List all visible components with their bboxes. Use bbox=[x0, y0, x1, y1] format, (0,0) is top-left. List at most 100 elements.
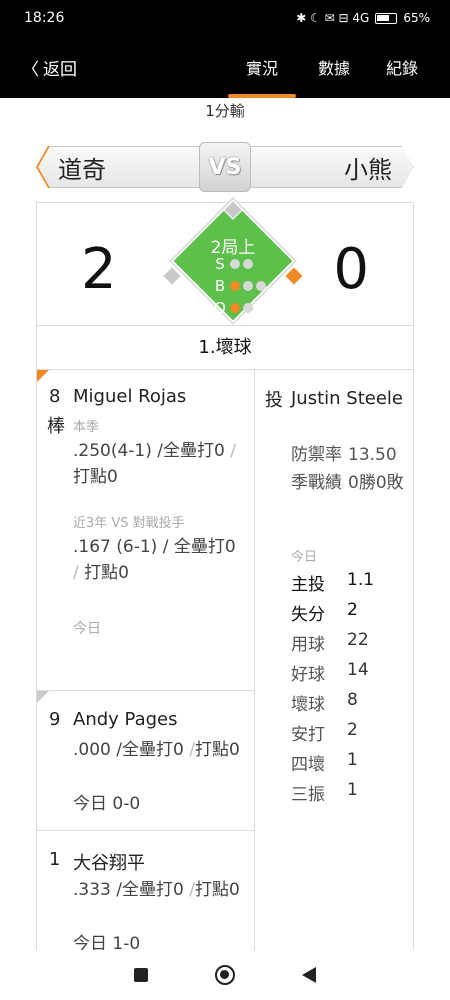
home-team-name: 小熊 bbox=[344, 156, 392, 184]
current-batter-marker bbox=[37, 370, 49, 382]
era-label: 防禦率 bbox=[291, 445, 342, 465]
pitcher-stat-row: 壞球 8 bbox=[291, 690, 358, 715]
pitcher-stat-value: 1 bbox=[347, 780, 358, 800]
season-hr: /全壘打0 bbox=[157, 441, 225, 461]
pitcher-era: 防禦率 13.50 bbox=[291, 440, 397, 465]
back-button[interactable]: 〈 返回 bbox=[22, 55, 77, 80]
batter-name: Miguel Rojas bbox=[73, 386, 187, 407]
pitcher-stat-value: 14 bbox=[347, 660, 369, 680]
batter-stats: .000 /全壘打0 /打點0 bbox=[73, 740, 240, 760]
batting-order: 9 bbox=[49, 709, 61, 730]
batter-hr: /全壘打0 bbox=[116, 880, 184, 900]
batter-rbi: 打點0 bbox=[194, 740, 240, 760]
recent-apps-icon[interactable] bbox=[133, 968, 148, 982]
pitcher-stat-row: 用球 22 bbox=[291, 630, 369, 655]
back-triangle-icon[interactable] bbox=[302, 967, 317, 983]
vs-pitcher-label: 近3年 VS 對戰投手 bbox=[73, 516, 185, 531]
ball-label: B bbox=[214, 277, 226, 295]
pitcher-stat-row: 好球 14 bbox=[291, 660, 369, 685]
pitcher-record: 季戰績 0勝0敗 bbox=[291, 470, 413, 496]
battery-icon bbox=[375, 12, 398, 24]
current-batter-card[interactable]: 8 棒 Miguel Rojas 本季 .250(4-1) /全壘打0 / 打點… bbox=[37, 370, 255, 690]
game-status: 1分輸 bbox=[205, 102, 245, 120]
batting-order-suffix: 棒 bbox=[47, 416, 65, 437]
status-icons: ✱ ☾ ✉ ⊟ 4G 65% bbox=[296, 11, 430, 25]
season-label: 本季 bbox=[73, 420, 100, 435]
batting-order: 8 bbox=[49, 386, 61, 407]
clock: 18:26 bbox=[24, 10, 65, 26]
vs-rbi: 打點0 bbox=[84, 563, 129, 583]
season-stats: .250(4-1) /全壘打0 / 打點0 bbox=[73, 441, 236, 487]
ball-dot bbox=[243, 281, 253, 291]
away-score: 2 bbox=[81, 237, 117, 302]
scoreboard: 2 0 2局上 S B O 1.壞球 bbox=[36, 198, 414, 370]
pitcher-column: 投 Justin Steele 防禦率 13.50 季戰績 0勝0敗 今日 主投 1.… bbox=[255, 370, 413, 950]
vs-badge: VS bbox=[199, 142, 251, 192]
batters-column: 8 棒 Miguel Rojas 本季 .250(4-1) /全壘打0 / 打點… bbox=[37, 370, 255, 950]
pitch-result: 1.壞球 bbox=[37, 325, 413, 369]
out-dot bbox=[230, 303, 240, 313]
record-value: 0勝0敗 bbox=[348, 473, 404, 493]
pitcher-stat-row: 主投 1.1 bbox=[291, 570, 374, 595]
ball-dot bbox=[230, 281, 240, 291]
batter-avg: .000 bbox=[73, 740, 111, 760]
pitcher-stat-label: 壞球 bbox=[291, 695, 325, 715]
system-status-icons: ✱ ☾ ✉ ⊟ 4G bbox=[296, 11, 370, 25]
batter-avg: .333 bbox=[73, 880, 111, 900]
strike-dot bbox=[230, 259, 240, 269]
base-diamond: 2局上 S B O bbox=[162, 198, 304, 333]
pitcher-stat-label: 失分 bbox=[291, 605, 325, 625]
back-label: 返回 bbox=[43, 59, 77, 80]
next-batter-card[interactable]: 9 Andy Pages .000 /全壘打0 /打點0 今日 0-0 bbox=[37, 690, 255, 830]
status-bar: 18:26 ✱ ☾ ✉ ⊟ 4G 65% bbox=[0, 0, 450, 36]
pitcher-stat-label: 三振 bbox=[291, 785, 325, 805]
batter-marker bbox=[37, 691, 49, 703]
battery-percent: 65% bbox=[403, 11, 430, 25]
team-banner: 道奇 小熊 VS bbox=[36, 142, 414, 194]
pitcher-today-label: 今日 bbox=[291, 550, 318, 565]
pitcher-stat-value: 2 bbox=[347, 720, 358, 740]
pitcher-stat-row: 安打 2 bbox=[291, 720, 358, 745]
pitcher-stat-value: 8 bbox=[347, 690, 358, 710]
season-avg: .250(4-1) bbox=[73, 441, 152, 461]
batter-stats: .333 /全壘打0 /打點0 bbox=[73, 880, 240, 900]
score-area: 2 0 2局上 S B O bbox=[43, 198, 407, 325]
pitcher-stat-value: 2 bbox=[347, 600, 358, 620]
pitcher-stat-label: 四壞 bbox=[291, 755, 325, 775]
batter-hr: /全壘打0 bbox=[116, 740, 184, 760]
today-label: 今日 bbox=[73, 621, 101, 637]
season-rbi: 打點0 bbox=[73, 467, 118, 487]
ball-dot bbox=[256, 281, 266, 291]
chevron-left-icon: 〈 bbox=[22, 59, 39, 80]
out-label: O bbox=[214, 299, 226, 317]
pitcher-stat-label: 主投 bbox=[291, 575, 325, 595]
batter-name: Andy Pages bbox=[73, 709, 178, 730]
top-nav: 〈 返回 實況 數據 紀錄 bbox=[0, 36, 450, 98]
tab-records[interactable]: 紀錄 bbox=[370, 36, 434, 98]
next-batter-card[interactable]: 1 大谷翔平 .333 /全壘打0 /打點0 今日 1-0 bbox=[37, 830, 255, 950]
pitcher-name[interactable]: Justin Steele bbox=[291, 386, 411, 412]
strike-dot bbox=[243, 259, 253, 269]
pitcher-stat-value: 1 bbox=[347, 750, 358, 770]
out-dot bbox=[243, 303, 253, 313]
record-label: 季戰績 bbox=[291, 473, 342, 493]
tab-bar: 實況 數據 紀錄 bbox=[226, 36, 434, 98]
tab-live[interactable]: 實況 bbox=[226, 36, 298, 98]
home-icon[interactable] bbox=[214, 965, 235, 985]
era-value: 13.50 bbox=[348, 445, 397, 465]
pitcher-stat-row: 四壞 1 bbox=[291, 750, 358, 775]
vs-hr: / 全壘打0 bbox=[162, 537, 236, 557]
home-score: 0 bbox=[333, 237, 369, 302]
pitcher-stat-row: 三振 1 bbox=[291, 780, 358, 805]
pitcher-role: 投 bbox=[265, 390, 283, 411]
matchup-panel: 8 棒 Miguel Rojas 本季 .250(4-1) /全壘打0 / 打點… bbox=[36, 370, 414, 950]
batter-rbi: 打點0 bbox=[194, 880, 240, 900]
batter-name: 大谷翔平 bbox=[73, 853, 145, 874]
ball-count: B bbox=[213, 277, 266, 295]
pitcher-stat-row: 失分 2 bbox=[291, 600, 358, 625]
tab-stats[interactable]: 數據 bbox=[298, 36, 370, 98]
vs-avg: .167 (6-1) bbox=[73, 537, 158, 557]
batter-today: 今日 0-0 bbox=[73, 794, 141, 814]
pitcher-stat-label: 安打 bbox=[291, 725, 325, 745]
batter-today: 今日 1-0 bbox=[73, 934, 141, 950]
